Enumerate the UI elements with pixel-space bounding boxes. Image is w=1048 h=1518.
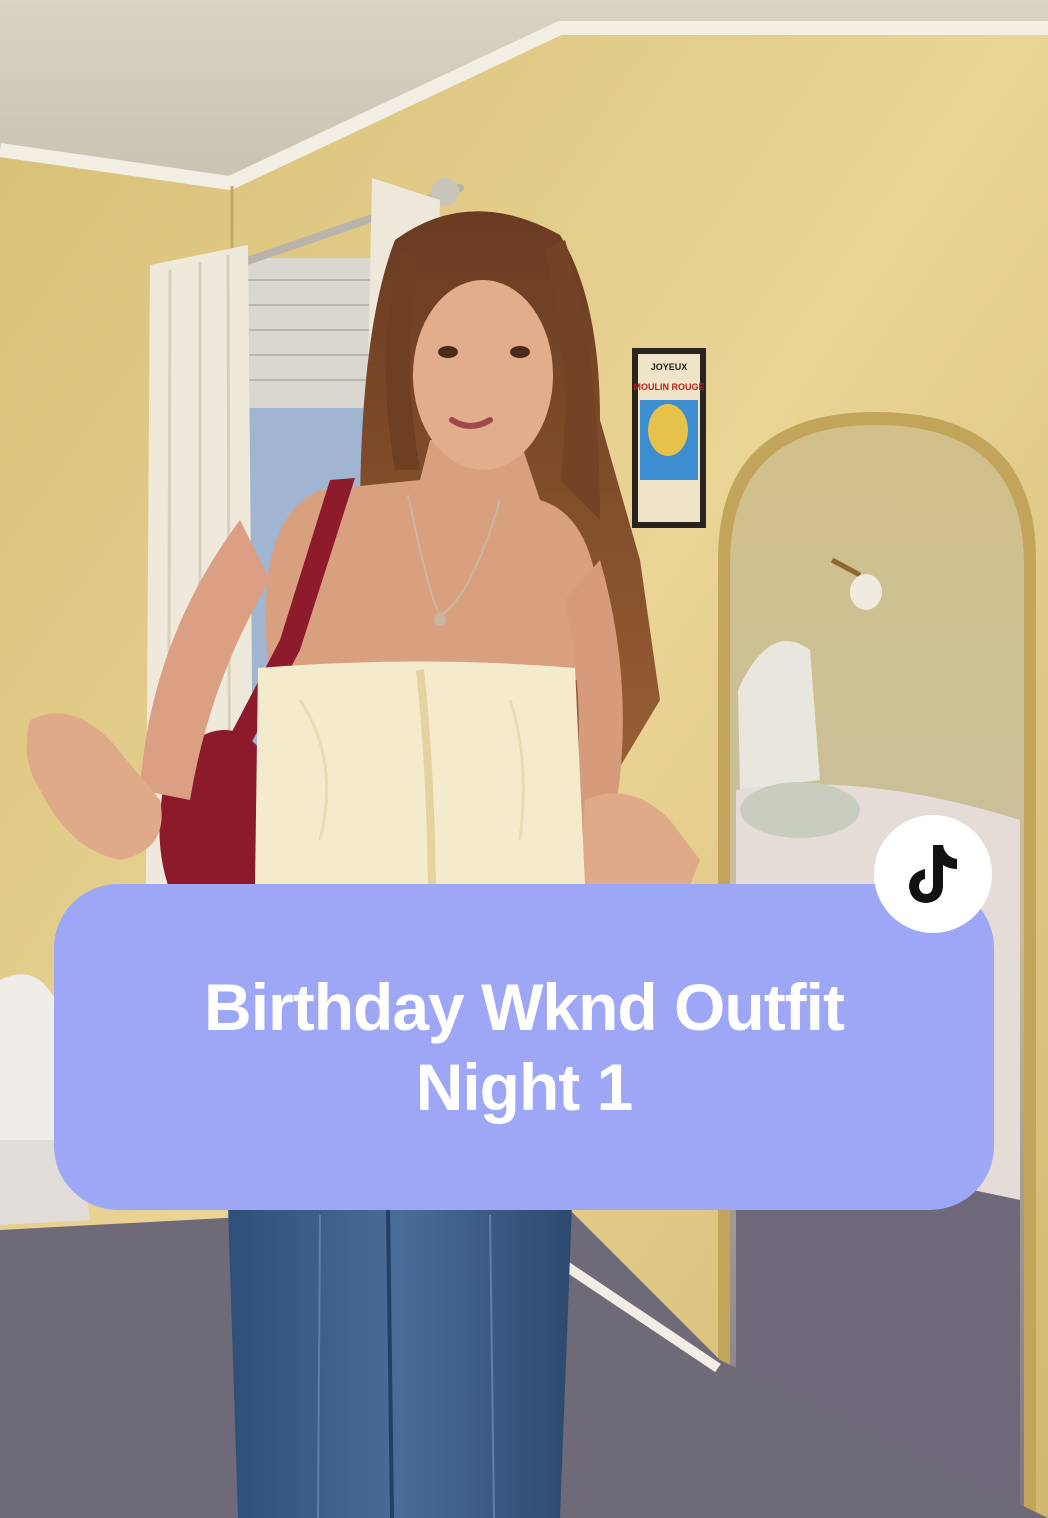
caption-line-2: Night 1 bbox=[415, 1050, 634, 1124]
tiktok-badge[interactable] bbox=[874, 815, 992, 933]
tiktok-logo-icon bbox=[909, 845, 957, 903]
caption-card: Birthday Wknd Outfit Night 1 bbox=[54, 884, 994, 1210]
poster-text-mid: MOULIN ROUGE bbox=[634, 382, 705, 392]
caption-line-1: Birthday Wknd Outfit bbox=[204, 970, 845, 1044]
face bbox=[413, 280, 553, 470]
poster-text-top: JOYEUX bbox=[651, 362, 688, 372]
room-photo: JOYEUX MOULIN ROUGE bbox=[0, 0, 1048, 1518]
jeans bbox=[228, 1205, 572, 1518]
